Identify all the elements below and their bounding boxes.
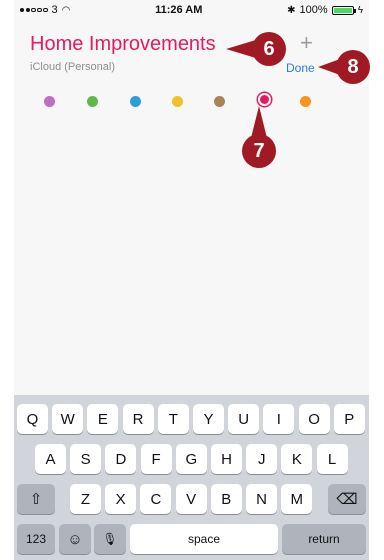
key-x[interactable]: X	[105, 484, 137, 514]
shift-key[interactable]: ⇧	[17, 484, 55, 514]
color-swatch[interactable]	[300, 96, 311, 107]
key-n[interactable]: N	[246, 484, 277, 514]
key-b[interactable]: B	[210, 484, 242, 514]
key-r[interactable]: R	[122, 404, 154, 434]
key-c[interactable]: C	[140, 484, 172, 514]
callout-badge-color: 7	[242, 134, 276, 168]
callout-badge-done: 8	[336, 50, 370, 84]
key-g[interactable]: G	[175, 444, 207, 474]
key-h[interactable]: H	[211, 444, 242, 474]
account-label: iCloud (Personal)	[30, 61, 115, 73]
key-s[interactable]: S	[70, 444, 102, 474]
key-k[interactable]: K	[281, 444, 313, 474]
key-a[interactable]: A	[35, 444, 66, 474]
key-t[interactable]: T	[157, 404, 189, 434]
color-swatch-row	[14, 93, 369, 110]
key-q[interactable]: Q	[17, 404, 48, 434]
clock: 11:26 AM	[155, 4, 203, 16]
key-j[interactable]: J	[246, 444, 278, 474]
wifi-icon: ◠	[61, 4, 71, 16]
key-v[interactable]: V	[175, 484, 207, 514]
battery-percent: 100%	[299, 4, 328, 16]
key-y[interactable]: Y	[193, 404, 224, 434]
color-swatch[interactable]	[214, 96, 225, 107]
numbers-key[interactable]: 123	[17, 524, 55, 554]
key-p[interactable]: P	[333, 404, 365, 434]
list-title[interactable]: Home Improvements	[30, 33, 216, 56]
key-w[interactable]: W	[52, 404, 84, 434]
battery-icon	[331, 5, 356, 15]
status-bar: 3 ◠ 11:26 AM ✱ 100% ϟ	[14, 0, 369, 20]
signal-icon	[20, 7, 48, 13]
keyboard: Q W E R T Y U I O P A S D F G H J K L ⇧ Z X C V B N M ⌫ 123 ☺ 🎙 space re…	[14, 395, 369, 560]
key-f[interactable]: F	[140, 444, 172, 474]
status-left: 3 ◠	[20, 4, 70, 16]
done-button[interactable]: Done	[286, 61, 315, 75]
microphone-key[interactable]: 🎙	[94, 524, 126, 554]
callout-badge-title: 6	[252, 32, 286, 66]
key-o[interactable]: O	[298, 404, 330, 434]
return-key[interactable]: return	[282, 524, 366, 554]
emoji-key[interactable]: ☺	[59, 524, 91, 554]
color-swatch[interactable]	[172, 96, 183, 107]
color-swatch[interactable]	[130, 96, 141, 107]
status-right: ✱ 100% ϟ	[287, 4, 363, 16]
key-m[interactable]: M	[281, 484, 313, 514]
color-swatch[interactable]	[87, 96, 98, 107]
key-z[interactable]: Z	[70, 484, 101, 514]
phone-screen: 3 ◠ 11:26 AM ✱ 100% ϟ Home Improvements …	[14, 0, 369, 560]
add-button[interactable]: +	[300, 30, 313, 56]
color-swatch[interactable]	[258, 93, 271, 106]
key-l[interactable]: L	[316, 444, 348, 474]
key-e[interactable]: E	[87, 404, 119, 434]
charging-icon: ϟ	[357, 4, 363, 16]
key-d[interactable]: D	[105, 444, 137, 474]
delete-key[interactable]: ⌫	[328, 484, 366, 514]
key-u[interactable]: U	[228, 404, 260, 434]
bluetooth-icon: ✱	[287, 4, 296, 16]
key-i[interactable]: I	[263, 404, 295, 434]
carrier-label: 3	[51, 4, 58, 16]
color-swatch[interactable]	[44, 96, 55, 107]
space-key[interactable]: space	[130, 524, 278, 554]
